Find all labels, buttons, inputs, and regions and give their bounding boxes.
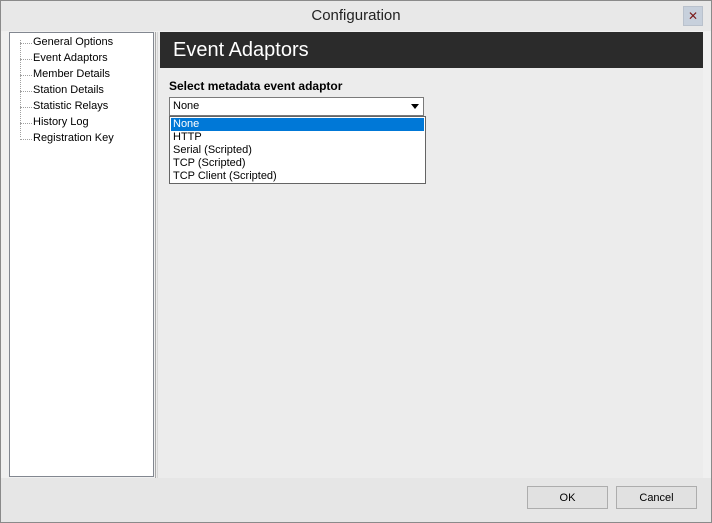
sidebar-item-registration-key[interactable]: Registration Key xyxy=(10,131,153,147)
tree-branch-line xyxy=(20,107,32,108)
tree-branch-line xyxy=(20,123,32,124)
sidebar-item-member-details[interactable]: Member Details xyxy=(10,67,153,83)
sidebar-item-statistic-relays[interactable]: Statistic Relays xyxy=(10,99,153,115)
close-button[interactable]: ✕ xyxy=(683,6,703,26)
cancel-button[interactable]: Cancel xyxy=(616,486,697,509)
sidebar-item-label: Statistic Relays xyxy=(33,100,109,112)
dropdown-option-tcp-client-scripted[interactable]: TCP Client (Scripted) xyxy=(171,170,424,183)
sidebar-item-station-details[interactable]: Station Details xyxy=(10,83,153,99)
sidebar-item-label: Registration Key xyxy=(33,132,114,144)
sidebar-item-general-options[interactable]: General Options xyxy=(10,35,153,51)
ok-button[interactable]: OK xyxy=(527,486,608,509)
chevron-down-icon[interactable] xyxy=(408,99,422,114)
event-adaptor-label: Select metadata event adaptor xyxy=(169,79,343,93)
tree-branch-line xyxy=(20,139,32,140)
tree-branch-line xyxy=(20,43,32,44)
configuration-window: Configuration ✕ General Options Event Ad… xyxy=(0,0,712,523)
sidebar-item-label: Event Adaptors xyxy=(33,52,108,64)
page-title: Event Adaptors xyxy=(173,39,309,61)
dialog-footer: OK Cancel xyxy=(1,478,711,522)
event-adaptor-value: None xyxy=(173,100,200,112)
title-bar: Configuration ✕ xyxy=(1,1,711,31)
settings-panel: Event Adaptors Select metadata event ada… xyxy=(160,32,703,478)
tree-branch-line xyxy=(20,91,32,92)
event-adaptor-select[interactable]: None xyxy=(169,97,424,116)
dropdown-option-tcp-scripted[interactable]: TCP (Scripted) xyxy=(171,157,424,170)
dropdown-option-http[interactable]: HTTP xyxy=(171,131,424,144)
window-title: Configuration xyxy=(311,7,401,24)
close-icon: ✕ xyxy=(687,9,699,23)
sidebar-item-label: Station Details xyxy=(33,84,104,96)
dropdown-option-serial-scripted[interactable]: Serial (Scripted) xyxy=(171,144,424,157)
tree-branch-line xyxy=(20,75,32,76)
tree-branch-line xyxy=(20,59,32,60)
options-tree[interactable]: General Options Event Adaptors Member De… xyxy=(9,32,154,477)
sidebar-item-label: History Log xyxy=(33,116,89,128)
sidebar-item-history-log[interactable]: History Log xyxy=(10,115,153,131)
panel-header: Event Adaptors xyxy=(160,32,703,68)
sidebar-item-label: Member Details xyxy=(33,68,111,80)
sidebar-item-event-adaptors[interactable]: Event Adaptors xyxy=(10,51,153,67)
dropdown-option-none[interactable]: None xyxy=(171,118,424,131)
event-adaptor-dropdown-list: None HTTP Serial (Scripted) TCP (Scripte… xyxy=(169,116,426,184)
sidebar-item-label: General Options xyxy=(33,36,114,48)
client-area: General Options Event Adaptors Member De… xyxy=(9,32,703,478)
